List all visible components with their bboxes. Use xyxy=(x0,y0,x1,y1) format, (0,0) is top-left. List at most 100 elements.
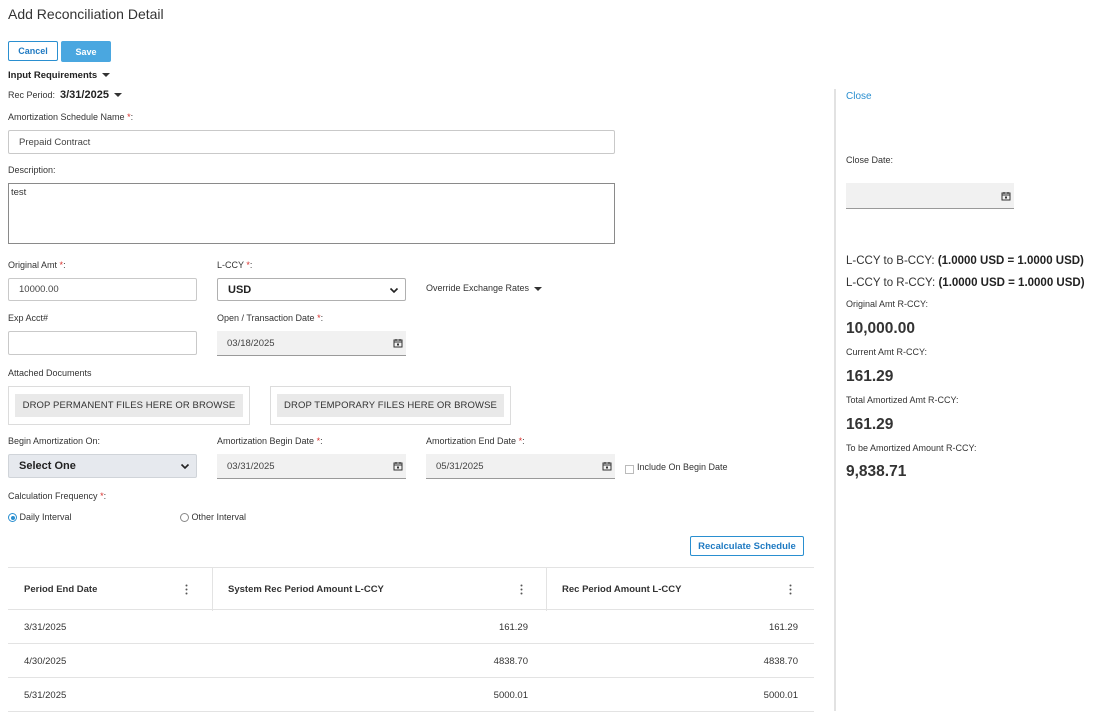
open-date-label-text: Open / Transaction Date xyxy=(217,313,315,323)
other-interval-radio[interactable]: Other Interval xyxy=(180,512,247,523)
recalculate-schedule-button[interactable]: Recalculate Schedule xyxy=(690,536,804,556)
begin-date-input[interactable]: 03/31/2025 xyxy=(217,454,406,479)
lccy-label: L-CCY *: xyxy=(217,260,253,270)
open-date-label: Open / Transaction Date *: xyxy=(217,313,324,323)
rec-amount-cell: 4838.70 xyxy=(763,655,798,667)
page-title: Add Reconciliation Detail xyxy=(8,6,164,22)
begin-amortization-label: Begin Amortization On: xyxy=(8,436,101,446)
system-rec-amount-cell: 4838.70 xyxy=(493,655,528,667)
column-menu-icon[interactable] xyxy=(789,584,792,595)
column-header-period-end-date[interactable]: Period End Date xyxy=(24,568,97,611)
period-end-date-cell: 3/31/2025 xyxy=(24,621,67,633)
system-rec-amount-cell: 161.29 xyxy=(498,621,528,633)
begin-date-label: Amortization Begin Date *: xyxy=(217,436,323,446)
rate-r-label: L-CCY to R-CCY: xyxy=(846,277,936,289)
rec-amount-cell: 161.29 xyxy=(768,621,798,633)
end-date-label: Amortization End Date *: xyxy=(426,436,525,446)
include-begin-date-checkbox[interactable] xyxy=(625,465,634,474)
schedule-name-label: Amortization Schedule Name *: xyxy=(8,112,134,122)
original-amt-input[interactable]: 10000.00 xyxy=(8,278,197,301)
original-amt-rccy-label: Original Amt R-CCY: xyxy=(846,299,929,309)
override-exchange-rates-label: Override Exchange Rates xyxy=(426,283,530,293)
open-date-input[interactable]: 03/18/2025 xyxy=(217,331,406,356)
daily-interval-radio[interactable]: Daily Interval xyxy=(8,512,72,523)
temporary-files-dropzone[interactable]: DROP TEMPORARY FILES HERE OR BROWSE xyxy=(270,386,511,425)
rec-period-value: 3/31/2025 xyxy=(60,89,109,101)
caret-down-icon xyxy=(534,286,543,291)
chevron-down-icon xyxy=(180,463,190,470)
other-interval-label: Other Interval xyxy=(191,512,247,522)
daily-interval-label: Daily Interval xyxy=(19,512,72,522)
permanent-files-dropzone[interactable]: DROP PERMANENT FILES HERE OR BROWSE xyxy=(8,386,250,425)
input-requirements-label: Input Requirements xyxy=(8,70,98,81)
calendar-icon[interactable] xyxy=(393,338,403,348)
total-amortized-rccy-label: Total Amortized Amt R-CCY: xyxy=(846,395,959,405)
override-exchange-rates-toggle[interactable]: Override Exchange Rates xyxy=(426,283,543,293)
drop-permanent-files-button[interactable]: DROP PERMANENT FILES HERE OR BROWSE xyxy=(15,394,243,417)
original-amt-value: 10000.00 xyxy=(19,284,59,295)
close-date-label: Close Date: xyxy=(846,155,894,165)
drop-temporary-files-button[interactable]: DROP TEMPORARY FILES HERE OR BROWSE xyxy=(277,394,504,417)
rate-lccy-to-rccy: L-CCY to R-CCY: (1.0000 USD = 1.0000 USD… xyxy=(846,277,1085,289)
radio-selected-icon[interactable] xyxy=(8,513,17,523)
lccy-label-text: L-CCY xyxy=(217,260,244,270)
radio-unselected-icon[interactable] xyxy=(180,513,189,523)
begin-date-value: 03/31/2025 xyxy=(227,460,275,472)
column-separator[interactable] xyxy=(546,568,547,611)
chevron-down-icon xyxy=(389,287,399,293)
to-be-amortized-rccy-value: 9,838.71 xyxy=(846,463,907,480)
rate-b-value: (1.0000 USD = 1.0000 USD) xyxy=(937,255,1084,267)
column-menu-icon[interactable] xyxy=(185,584,188,595)
calc-frequency-label: Calculation Frequency *: xyxy=(8,491,107,501)
calendar-icon[interactable] xyxy=(393,461,403,471)
table-header: Period End Date System Rec Period Amount… xyxy=(8,567,814,611)
lccy-value: USD xyxy=(228,283,252,296)
column-separator[interactable] xyxy=(212,568,213,611)
table-row[interactable]: 3/31/2025 161.29 161.29 xyxy=(8,610,814,644)
sidebar-divider xyxy=(834,89,836,711)
exp-acct-label: Exp Acct# xyxy=(8,313,49,323)
calendar-icon[interactable] xyxy=(602,461,612,471)
include-begin-date-label: Include On Begin Date xyxy=(637,462,728,472)
rate-lccy-to-bccy: L-CCY to B-CCY: (1.0000 USD = 1.0000 USD… xyxy=(846,255,1084,267)
rec-period-dropdown[interactable]: 3/31/2025 xyxy=(60,89,122,101)
cancel-button[interactable]: Cancel xyxy=(8,41,58,61)
schedule-name-label-text: Amortization Schedule Name xyxy=(8,112,125,122)
end-date-input[interactable]: 05/31/2025 xyxy=(426,454,615,479)
column-menu-icon[interactable] xyxy=(520,584,523,595)
total-amortized-rccy-value: 161.29 xyxy=(846,416,894,433)
column-header-system-rec-amount[interactable]: System Rec Period Amount L-CCY xyxy=(228,568,384,611)
calendar-icon[interactable] xyxy=(1001,191,1011,201)
close-link[interactable]: Close xyxy=(846,91,872,102)
table-row[interactable]: 4/30/2025 4838.70 4838.70 xyxy=(8,644,814,678)
begin-date-label-text: Amortization Begin Date xyxy=(217,436,315,446)
begin-amortization-select[interactable]: Select One xyxy=(8,454,197,478)
period-end-date-cell: 4/30/2025 xyxy=(24,655,67,667)
current-amt-rccy-label: Current Amt R-CCY: xyxy=(846,347,928,357)
end-date-label-text: Amortization End Date xyxy=(426,436,517,446)
table-row[interactable]: 5/31/2025 5000.01 5000.01 xyxy=(8,678,814,712)
exp-acct-input[interactable] xyxy=(8,331,197,355)
schedule-name-input[interactable]: Prepaid Contract xyxy=(8,130,615,154)
schedule-name-value: Prepaid Contract xyxy=(19,136,91,148)
rate-r-value: (1.0000 USD = 1.0000 USD) xyxy=(938,277,1085,289)
original-amt-rccy-value: 10,000.00 xyxy=(846,320,915,337)
column-header-rec-amount[interactable]: Rec Period Amount L-CCY xyxy=(562,568,681,611)
original-amt-label: Original Amt *: xyxy=(8,260,66,270)
description-label: Description: xyxy=(8,165,56,175)
lccy-select[interactable]: USD xyxy=(217,278,406,301)
rec-amount-cell: 5000.01 xyxy=(763,689,798,701)
open-date-value: 03/18/2025 xyxy=(227,337,275,349)
description-textarea[interactable]: test xyxy=(8,183,615,244)
input-requirements-toggle[interactable]: Input Requirements xyxy=(8,70,111,81)
save-button[interactable]: Save xyxy=(61,41,111,62)
begin-amortization-value: Select One xyxy=(19,460,76,472)
description-value: test xyxy=(11,187,27,198)
close-date-input[interactable] xyxy=(846,183,1014,209)
rec-period-label: Rec Period: xyxy=(8,90,56,100)
current-amt-rccy-value: 161.29 xyxy=(846,368,894,385)
calc-frequency-label-text: Calculation Frequency xyxy=(8,491,98,501)
end-date-value: 05/31/2025 xyxy=(436,460,484,472)
rate-b-label: L-CCY to B-CCY: xyxy=(846,255,935,267)
caret-down-icon xyxy=(113,93,122,98)
